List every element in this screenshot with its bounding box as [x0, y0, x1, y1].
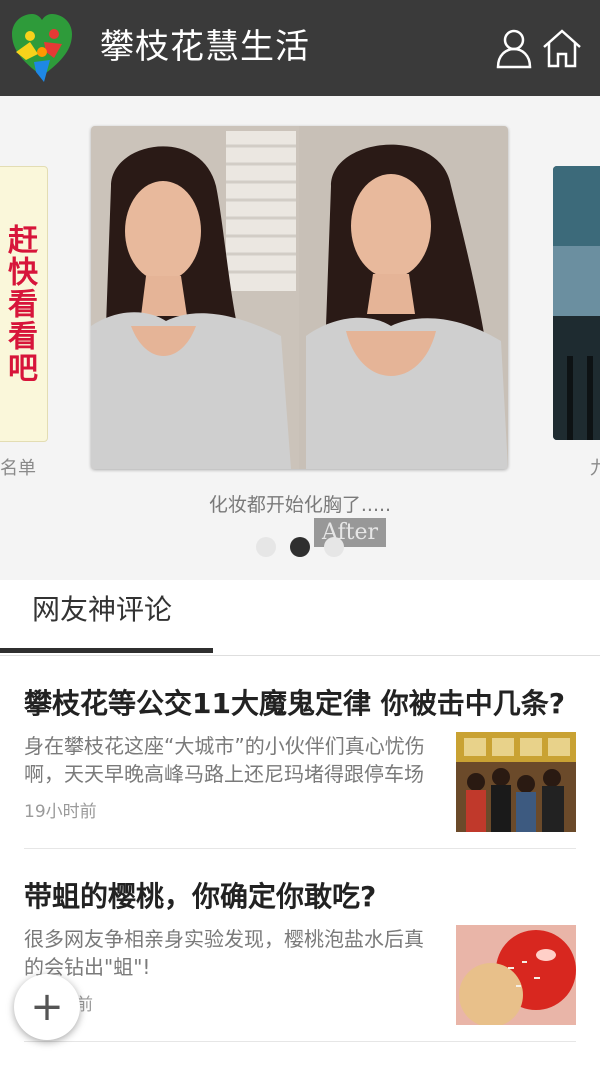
carousel-dot[interactable]	[256, 537, 276, 557]
article-thumbnail	[456, 732, 576, 832]
article-title: 带蛆的樱桃，你确定你敢吃?	[24, 880, 377, 913]
plus-icon: +	[30, 984, 64, 1030]
carousel-dot-active[interactable]	[290, 537, 310, 557]
tab-comments[interactable]: 网友神评论	[32, 588, 172, 628]
banner-card-left-caption: 名单	[0, 458, 36, 479]
banner-card-left-text: 赶快看看吧	[2, 224, 37, 384]
tab-bar: 网友神评论	[0, 580, 600, 656]
carousel-dots	[256, 537, 344, 557]
before-after-photo	[91, 126, 508, 469]
article-desc: 很多网友争相亲身实验发现，樱桃泡盐水后真的会钻出"蛆"!	[24, 927, 424, 979]
list-item[interactable]: 攀枝花等公交11大魔鬼定律 你被击中几条? 身在攀枝花这座“大城市”的小伙伴们真…	[24, 656, 576, 849]
app-title: 攀枝花慧生活	[100, 27, 310, 67]
banner-card-main[interactable]	[91, 126, 508, 469]
banner-card-right[interactable]	[553, 166, 600, 440]
carousel-dot[interactable]	[324, 537, 344, 557]
app-header: 攀枝花慧生活	[0, 0, 600, 96]
city-photo	[553, 166, 600, 440]
banner-caption: 化妆都开始化胸了.....	[208, 494, 392, 516]
tab-indicator	[0, 648, 213, 653]
article-time: 19小时前	[24, 802, 97, 822]
home-icon[interactable]	[538, 24, 586, 72]
app-logo[interactable]	[10, 12, 74, 84]
add-button[interactable]: +	[14, 974, 80, 1040]
list-item[interactable]: 带蛆的樱桃，你确定你敢吃? 很多网友争相亲身实验发现，樱桃泡盐水后真的会钻出"蛆…	[24, 849, 576, 1042]
banner-carousel[interactable]: 赶快看看吧 名单 After 九 化妆都开始化胸了.....	[0, 96, 600, 580]
banner-card-right-caption: 九	[590, 458, 600, 479]
user-icon[interactable]	[490, 24, 538, 72]
article-title: 攀枝花等公交11大魔鬼定律 你被击中几条?	[24, 687, 565, 720]
article-thumbnail	[456, 925, 576, 1025]
article-list: 攀枝花等公交11大魔鬼定律 你被击中几条? 身在攀枝花这座“大城市”的小伙伴们真…	[0, 656, 600, 1042]
article-desc: 身在攀枝花这座“大城市”的小伙伴们真心忧伤啊，天天早晚高峰马路上还尼玛堵得跟停车…	[24, 734, 425, 786]
banner-card-left[interactable]: 赶快看看吧	[0, 166, 48, 442]
